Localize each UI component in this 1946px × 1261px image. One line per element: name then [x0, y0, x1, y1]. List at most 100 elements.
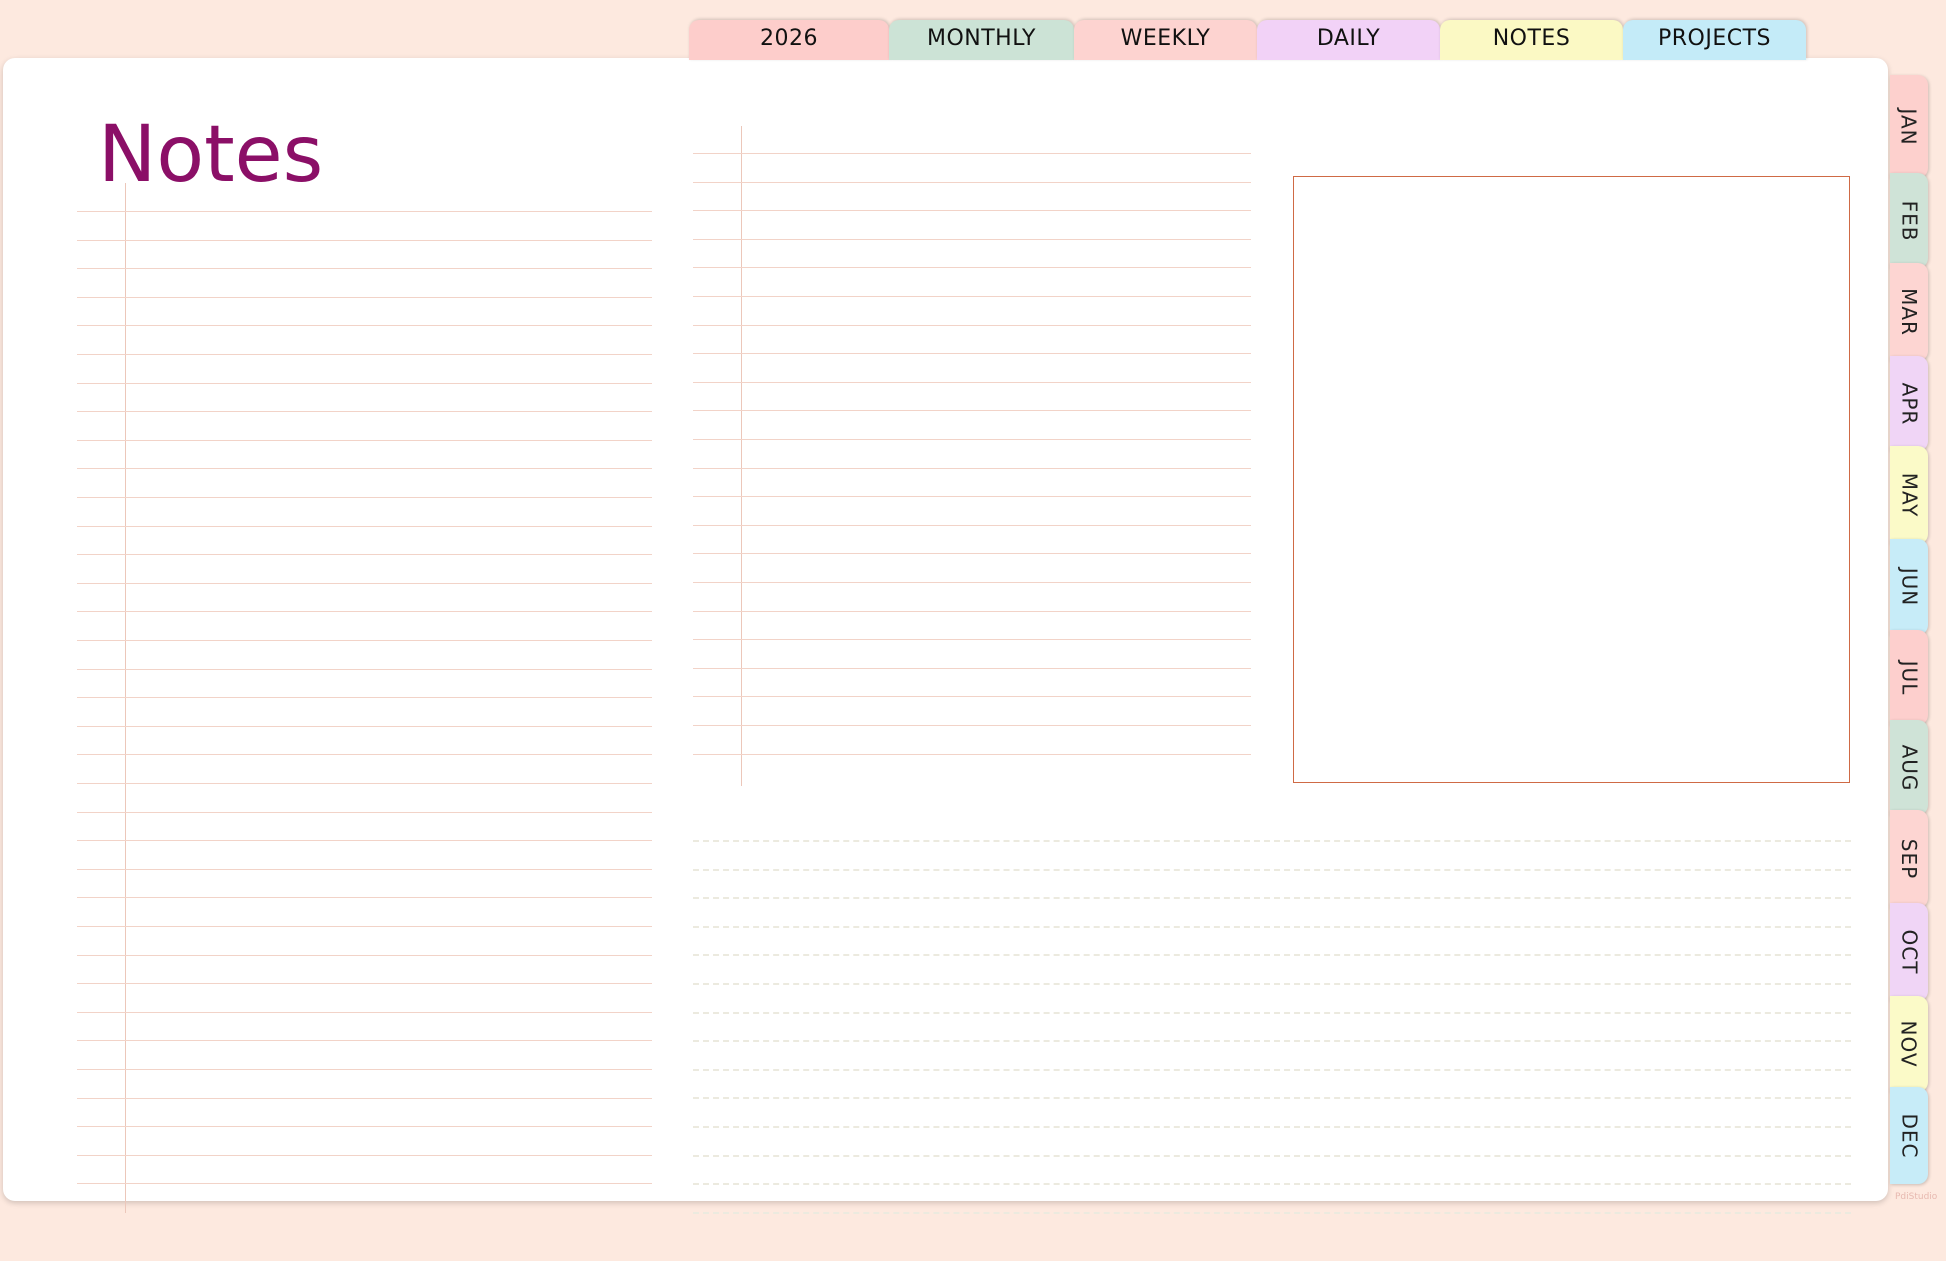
notes-page: Notes: [3, 58, 1888, 1214]
month-tab-mar[interactable]: MAR: [1890, 263, 1928, 361]
month-label: SEP: [1897, 838, 1921, 880]
rule-line: [693, 410, 1251, 412]
rule-line: [693, 353, 1251, 355]
rule-line: [693, 439, 1251, 440]
month-tab-oct[interactable]: OCT: [1890, 903, 1928, 1001]
left-notes-ruled-area[interactable]: [77, 183, 652, 1213]
rule-line: [77, 268, 652, 270]
month-tab-feb[interactable]: FEB: [1890, 173, 1928, 268]
sketch-box[interactable]: [1293, 176, 1850, 783]
tab-daily[interactable]: DAILY: [1257, 20, 1440, 60]
month-label: JUN: [1897, 567, 1921, 607]
rule-line: [77, 954, 652, 956]
rule-line: [693, 667, 1251, 669]
rule-line: [77, 411, 652, 413]
month-label: AUG: [1897, 744, 1922, 791]
month-tab-sep[interactable]: SEP: [1890, 810, 1928, 908]
month-tab-dec[interactable]: DEC: [1890, 1087, 1928, 1184]
rule-line: [77, 239, 652, 241]
tab-monthly[interactable]: MONTHLY: [889, 20, 1074, 60]
month-label: NOV: [1897, 1020, 1922, 1068]
dashed-rule: [693, 983, 1851, 985]
month-tab-apr[interactable]: APR: [1890, 356, 1928, 451]
month-tab-may[interactable]: MAY: [1890, 446, 1928, 544]
middle-notes-ruled-area[interactable]: [693, 126, 1251, 786]
rule-line: [77, 468, 652, 470]
dashed-rule: [693, 925, 1851, 928]
rule-line: [693, 238, 1251, 240]
dashed-rule: [693, 1040, 1851, 1043]
rule-line: [77, 926, 652, 927]
rule-line: [77, 439, 652, 441]
rule-line: [693, 725, 1251, 726]
rule-line: [693, 181, 1251, 183]
tab-weekly[interactable]: WEEKLY: [1074, 20, 1257, 60]
month-label: FEB: [1897, 200, 1921, 241]
rule-line: [77, 868, 652, 870]
rule-line: [693, 381, 1251, 383]
rule-line: [77, 554, 652, 556]
rule-line: [693, 582, 1251, 583]
rule-line: [77, 354, 652, 355]
rule-line: [693, 267, 1251, 269]
rule-line: [77, 382, 652, 384]
tab-notes[interactable]: NOTES: [1440, 20, 1623, 60]
rule-line: [77, 582, 652, 584]
rule-line: [77, 783, 652, 784]
rule-line: [77, 754, 652, 756]
month-tab-jan[interactable]: JAN: [1890, 75, 1928, 178]
rule-line: [693, 696, 1251, 698]
tab-2026[interactable]: 2026: [689, 20, 889, 60]
rule-line: [693, 610, 1251, 612]
rule-line: [77, 840, 652, 842]
month-label: OCT: [1897, 929, 1921, 975]
rule-line: [77, 1069, 652, 1070]
rule-line: [77, 497, 652, 498]
month-label: JAN: [1896, 107, 1921, 146]
rule-line: [77, 1097, 652, 1099]
rule-line: [77, 1183, 652, 1185]
dashed-rule: [693, 954, 1851, 957]
rule-line: [77, 296, 652, 298]
rule-line: [77, 725, 652, 727]
month-label: MAY: [1897, 472, 1922, 518]
rule-line: [693, 524, 1251, 526]
rule-line: [77, 1011, 652, 1013]
dashed-writing-area[interactable]: [693, 778, 1851, 1218]
rule-line: [693, 324, 1251, 326]
dashed-rule: [693, 1068, 1851, 1071]
rule-line: [77, 811, 652, 813]
month-label: APR: [1897, 382, 1922, 425]
rule-line: [77, 983, 652, 985]
dashed-rule: [693, 1126, 1851, 1128]
rule-line: [77, 525, 652, 527]
dashed-rule: [693, 1011, 1851, 1014]
month-label: JUL: [1897, 660, 1921, 695]
rule-line: [77, 697, 652, 699]
rule-line: [77, 325, 652, 327]
dashed-rule: [693, 1211, 1851, 1214]
rule-line: [693, 467, 1251, 469]
tab-projects[interactable]: PROJECTS: [1623, 20, 1806, 60]
dashed-rule: [693, 1183, 1851, 1186]
middle-margin-line: [741, 126, 742, 786]
month-tab-jul[interactable]: JUL: [1890, 630, 1928, 725]
month-label: MAR: [1897, 288, 1921, 336]
dashed-rule: [693, 897, 1851, 900]
dashed-rule: [693, 1154, 1851, 1157]
rule-line: [693, 296, 1251, 297]
month-label: DEC: [1897, 1112, 1922, 1159]
dashed-rule: [693, 868, 1851, 871]
rule-line: [77, 1040, 652, 1042]
rule-line: [77, 1154, 652, 1156]
rule-line: [77, 211, 652, 212]
rule-line: [693, 639, 1251, 641]
month-tab-aug[interactable]: AUG: [1890, 720, 1928, 815]
watermark: PdiStudio: [1895, 1192, 1938, 1202]
rule-line: [693, 210, 1251, 212]
rule-line: [77, 668, 652, 670]
rule-line: [77, 897, 652, 899]
month-tab-jun[interactable]: JUN: [1890, 539, 1928, 635]
rule-line: [693, 753, 1251, 755]
month-tab-nov[interactable]: NOV: [1890, 996, 1928, 1092]
